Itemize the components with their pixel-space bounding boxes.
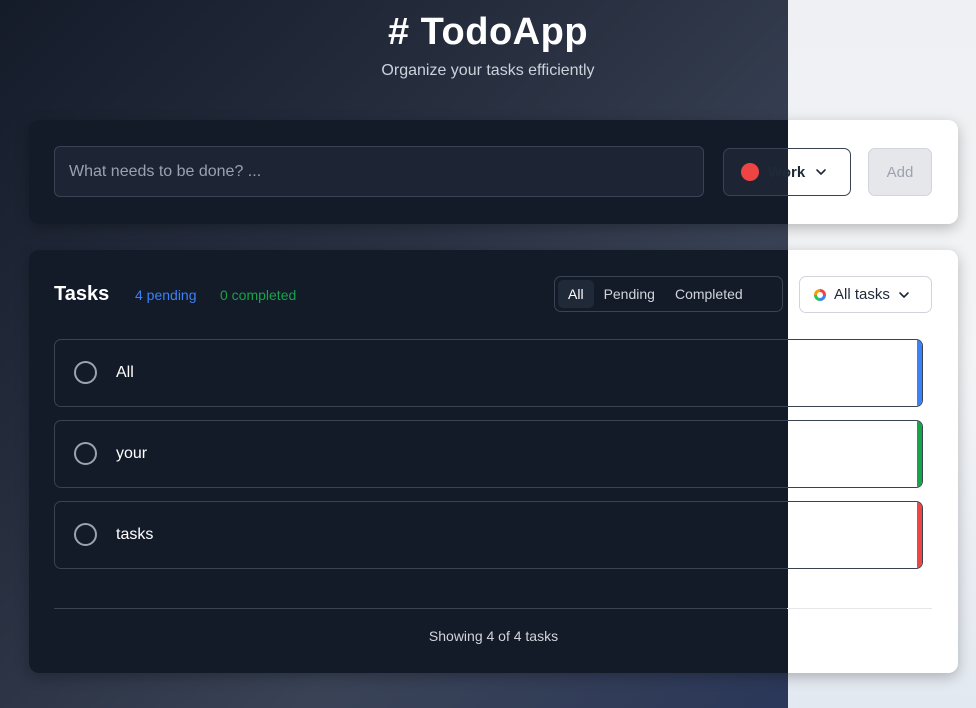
pending-count: 4 pending	[135, 287, 197, 303]
category-label: Work	[768, 163, 806, 181]
app-header: # TodoApp Organize your tasks efficientl…	[0, 0, 976, 80]
category-filter-select[interactable]: All tasks	[799, 276, 932, 313]
task-item[interactable]: tasks	[54, 501, 923, 569]
filter-tab-completed[interactable]: Completed	[665, 280, 753, 308]
task-checkbox[interactable]	[74, 442, 97, 465]
task-text: your	[116, 445, 148, 462]
tasks-card: Tasks 4 pending 0 completed All Pending …	[29, 250, 958, 673]
filter-tab-pending[interactable]: Pending	[594, 280, 665, 308]
task-count-footer: Showing 4 of 4 tasks	[428, 628, 559, 644]
category-select[interactable]: Work	[723, 148, 851, 196]
chevron-down-icon	[816, 169, 827, 175]
task-accent-stripe	[917, 340, 922, 406]
new-task-input[interactable]	[54, 146, 704, 197]
task-checkbox[interactable]	[74, 523, 97, 546]
footer-divider	[54, 608, 932, 609]
task-checkbox[interactable]	[74, 361, 97, 384]
task-text: All	[116, 364, 134, 381]
task-item[interactable]: All	[54, 339, 923, 407]
task-accent-stripe	[917, 502, 922, 568]
multicolor-ring-icon	[814, 288, 826, 301]
task-accent-stripe	[917, 421, 922, 487]
app-title: # TodoApp	[387, 11, 589, 53]
app-subtitle: Organize your tasks efficiently	[381, 62, 595, 79]
task-text: tasks	[116, 526, 154, 543]
add-task-card: Work Add	[29, 120, 958, 224]
category-filter-label: All tasks	[834, 286, 890, 303]
chevron-down-icon	[899, 291, 909, 298]
filter-tab-all[interactable]: All	[558, 280, 594, 308]
tasks-heading: Tasks	[54, 283, 110, 305]
status-filter-tabs: All Pending Completed	[554, 276, 783, 312]
add-button[interactable]: Add	[868, 148, 932, 196]
task-item[interactable]: your	[54, 420, 923, 488]
category-color-dot	[741, 163, 759, 181]
completed-count: 0 completed	[220, 287, 297, 303]
